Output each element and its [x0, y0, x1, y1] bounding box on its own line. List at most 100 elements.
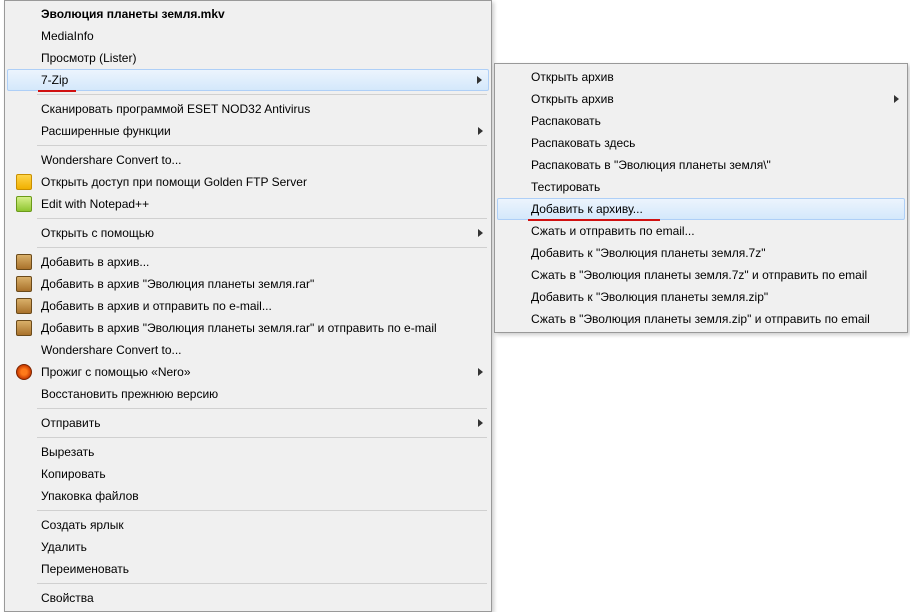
icon-slot — [501, 265, 527, 285]
main-item-1[interactable]: Просмотр (Lister) — [7, 47, 489, 69]
main-item-5[interactable]: Расширенные функции — [7, 120, 489, 142]
menu-item-label: Сжать в "Эволюция планеты земля.7z" и от… — [527, 268, 885, 282]
icon-slot — [11, 296, 37, 316]
icon-slot — [501, 155, 527, 175]
submenu-arrow-icon — [478, 368, 483, 376]
sub-item-4[interactable]: Распаковать в "Эволюция планеты земля\" — [497, 154, 905, 176]
submenu-arrow-icon — [894, 95, 899, 103]
main-item-9[interactable]: Edit with Notepad++ — [7, 193, 489, 215]
main-item-14[interactable]: Добавить в архив "Эволюция планеты земля… — [7, 273, 489, 295]
sub-item-11[interactable]: Сжать в "Эволюция планеты земля.zip" и о… — [497, 308, 905, 330]
menu-item-label: Создать ярлык — [37, 518, 469, 532]
icon-slot — [501, 133, 527, 153]
main-item-0[interactable]: MediaInfo — [7, 25, 489, 47]
menu-item-label: Копировать — [37, 467, 469, 481]
icon-slot — [501, 243, 527, 263]
main-item-24[interactable]: Копировать — [7, 463, 489, 485]
menu-item-label: Свойства — [37, 591, 469, 605]
blank-icon — [11, 4, 37, 24]
main-item-16[interactable]: Добавить в архив "Эволюция планеты земля… — [7, 317, 489, 339]
menu-item-label: Отправить — [37, 416, 469, 430]
sub-item-6[interactable]: Добавить к архиву... — [497, 198, 905, 220]
icon-slot — [11, 223, 37, 243]
icon-slot — [11, 150, 37, 170]
icon-slot — [501, 287, 527, 307]
main-item-13[interactable]: Добавить в архив... — [7, 251, 489, 273]
menu-item-label: Упаковка файлов — [37, 489, 469, 503]
menu-item-label: Открыть с помощью — [37, 226, 469, 240]
main-item-4[interactable]: Сканировать программой ESET NOD32 Antivi… — [7, 98, 489, 120]
menu-item-label: Добавить к архиву... — [527, 202, 884, 216]
sub-item-3[interactable]: Распаковать здесь — [497, 132, 905, 154]
main-item-23[interactable]: Вырезать — [7, 441, 489, 463]
rar-icon — [16, 254, 32, 270]
menu-item-label: Добавить к "Эволюция планеты земля.zip" — [527, 290, 885, 304]
rar-icon — [16, 276, 32, 292]
main-item-31[interactable]: Свойства — [7, 587, 489, 609]
menu-item-label: Добавить в архив "Эволюция планеты земля… — [37, 277, 469, 291]
menu-item-label: MediaInfo — [37, 29, 469, 43]
main-item-21[interactable]: Отправить — [7, 412, 489, 434]
main-item-8[interactable]: Открыть доступ при помощи Golden FTP Ser… — [7, 171, 489, 193]
main-item-27[interactable]: Создать ярлык — [7, 514, 489, 536]
separator — [37, 437, 487, 438]
icon-slot — [11, 26, 37, 46]
sub-item-10[interactable]: Добавить к "Эволюция планеты земля.zip" — [497, 286, 905, 308]
menu-item-label: Восстановить прежнюю версию — [37, 387, 469, 401]
menu-item-label: Сжать в "Эволюция планеты земля.zip" и о… — [527, 312, 885, 326]
icon-slot — [11, 252, 37, 272]
icon-slot — [501, 111, 527, 131]
icon-slot — [11, 588, 37, 608]
main-item-18[interactable]: Прожиг с помощью «Nero» — [7, 361, 489, 383]
menu-item-label: Вырезать — [37, 445, 469, 459]
icon-slot — [11, 384, 37, 404]
main-item-7[interactable]: Wondershare Convert to... — [7, 149, 489, 171]
menu-item-label: Открыть доступ при помощи Golden FTP Ser… — [37, 175, 469, 189]
ftp-icon — [16, 174, 32, 190]
icon-slot — [11, 121, 37, 141]
submenu-arrow-icon — [477, 76, 482, 84]
np-icon — [16, 196, 32, 212]
icon-slot — [11, 70, 37, 90]
icon-slot — [11, 172, 37, 192]
icon-slot — [501, 199, 527, 219]
main-item-17[interactable]: Wondershare Convert to... — [7, 339, 489, 361]
icon-slot — [11, 318, 37, 338]
nero-icon — [16, 364, 32, 380]
icon-slot — [11, 537, 37, 557]
separator — [37, 247, 487, 248]
main-item-11[interactable]: Открыть с помощью — [7, 222, 489, 244]
menu-item-label: Расширенные функции — [37, 124, 469, 138]
icon-slot — [11, 362, 37, 382]
menu-title-label: Эволюция планеты земля.mkv — [37, 7, 469, 21]
separator — [37, 145, 487, 146]
main-item-2[interactable]: 7-Zip — [7, 69, 489, 91]
main-item-28[interactable]: Удалить — [7, 536, 489, 558]
menu-item-label: Wondershare Convert to... — [37, 343, 469, 357]
menu-item-label: Распаковать — [527, 114, 885, 128]
main-item-15[interactable]: Добавить в архив и отправить по e-mail..… — [7, 295, 489, 317]
main-item-19[interactable]: Восстановить прежнюю версию — [7, 383, 489, 405]
menu-item-label: Добавить в архив "Эволюция планеты земля… — [37, 321, 469, 335]
separator — [37, 218, 487, 219]
context-menu-7zip: Открыть архив Открыть архив Распаковать Рас… — [494, 63, 908, 333]
main-item-25[interactable]: Упаковка файлов — [7, 485, 489, 507]
separator — [37, 408, 487, 409]
sub-item-5[interactable]: Тестировать — [497, 176, 905, 198]
sub-item-0[interactable]: Открыть архив — [497, 66, 905, 88]
submenu-arrow-icon — [478, 419, 483, 427]
menu-item-label: Добавить в архив и отправить по e-mail..… — [37, 299, 469, 313]
icon-slot — [11, 48, 37, 68]
menu-item-label: Открыть архив — [527, 92, 885, 106]
sub-item-1[interactable]: Открыть архив — [497, 88, 905, 110]
menu-item-label: Переименовать — [37, 562, 469, 576]
sub-item-9[interactable]: Сжать в "Эволюция планеты земля.7z" и от… — [497, 264, 905, 286]
menu-title[interactable]: Эволюция планеты земля.mkv — [7, 3, 489, 25]
sub-item-8[interactable]: Добавить к "Эволюция планеты земля.7z" — [497, 242, 905, 264]
icon-slot — [11, 194, 37, 214]
separator — [37, 583, 487, 584]
sub-item-2[interactable]: Распаковать — [497, 110, 905, 132]
menu-item-label: Распаковать в "Эволюция планеты земля\" — [527, 158, 885, 172]
sub-item-7[interactable]: Сжать и отправить по email... — [497, 220, 905, 242]
main-item-29[interactable]: Переименовать — [7, 558, 489, 580]
